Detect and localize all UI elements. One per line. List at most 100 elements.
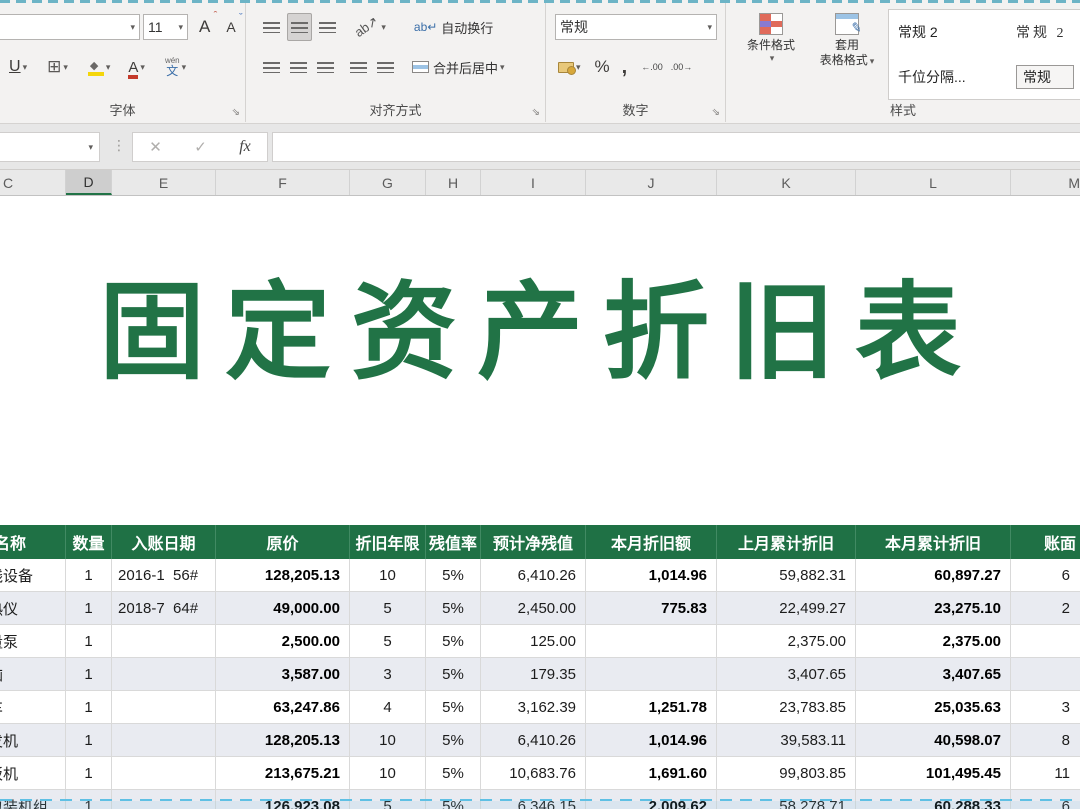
underline-button[interactable]: U▾ bbox=[6, 53, 30, 81]
table-cell-r7-c5[interactable]: 10 bbox=[350, 757, 426, 790]
comma-style-button[interactable]: , bbox=[619, 53, 631, 81]
table-header-cell[interactable]: 折旧年限 bbox=[350, 525, 426, 559]
table-cell-r4-c9[interactable]: 3,407.65 bbox=[717, 658, 856, 691]
column-header-E[interactable]: E bbox=[112, 170, 216, 195]
table-cell-r4-c10[interactable]: 3,407.65 bbox=[856, 658, 1011, 691]
cell-style-item[interactable]: 千位分隔... bbox=[889, 55, 1007, 100]
table-cell-r6-c2[interactable]: 1 bbox=[66, 724, 112, 757]
name-box[interactable]: ▾ bbox=[0, 132, 100, 162]
align-middle-button[interactable] bbox=[287, 13, 312, 41]
formula-bar-handle-icon[interactable]: ⋮ bbox=[112, 137, 126, 154]
table-cell-r3-c3[interactable] bbox=[112, 625, 216, 658]
decrease-font-size-button[interactable]: Aˇ bbox=[223, 13, 238, 41]
table-cell-r2-c8[interactable]: 775.83 bbox=[586, 592, 717, 625]
table-cell-r1-c2[interactable]: 1 bbox=[66, 559, 112, 592]
sheet-title-cell[interactable]: 固定资产折旧表 bbox=[0, 275, 1080, 392]
table-cell-r4-c11[interactable] bbox=[1011, 658, 1080, 691]
cell-style-item[interactable]: 常规 2 bbox=[1007, 10, 1080, 55]
conditional-formatting-button[interactable]: 条件格式 ▾ bbox=[736, 13, 806, 64]
table-cell-r5-c9[interactable]: 23,783.85 bbox=[717, 691, 856, 724]
format-as-table-button[interactable]: ✎ 套用 表格格式▾ bbox=[812, 13, 882, 68]
table-header-cell[interactable]: 预计净残值 bbox=[481, 525, 586, 559]
fill-color-button[interactable]: ◆▾ bbox=[85, 53, 114, 81]
table-cell-r1-c8[interactable]: 1,014.96 bbox=[586, 559, 717, 592]
table-header-cell[interactable]: 原价 bbox=[216, 525, 350, 559]
orientation-button[interactable]: ab↗▾ bbox=[351, 13, 389, 41]
table-cell-r6-c3[interactable] bbox=[112, 724, 216, 757]
percent-style-button[interactable]: % bbox=[592, 53, 613, 81]
table-cell-r5-c7[interactable]: 3,162.39 bbox=[481, 691, 586, 724]
table-cell-r4-c2[interactable]: 1 bbox=[66, 658, 112, 691]
table-cell-r7-c4[interactable]: 213,675.21 bbox=[216, 757, 350, 790]
table-cell-r1-c7[interactable]: 6,410.26 bbox=[481, 559, 586, 592]
merge-center-button[interactable]: 合并后居中▾ bbox=[409, 53, 508, 81]
table-cell-r5-c11[interactable]: 3 bbox=[1011, 691, 1080, 724]
table-header-cell[interactable]: 本月折旧额 bbox=[586, 525, 717, 559]
font-size-combobox[interactable]: 11▾ bbox=[143, 14, 188, 40]
table-cell-r4-c4[interactable]: 3,587.00 bbox=[216, 658, 350, 691]
table-cell-r7-c7[interactable]: 10,683.76 bbox=[481, 757, 586, 790]
font-name-combobox[interactable]: ▾ bbox=[0, 14, 140, 40]
table-cell-r1-c6[interactable]: 5% bbox=[426, 559, 481, 592]
column-header-F[interactable]: F bbox=[216, 170, 350, 195]
table-cell-r1-c4[interactable]: 128,205.13 bbox=[216, 559, 350, 592]
table-cell-r2-c11[interactable]: 2 bbox=[1011, 592, 1080, 625]
table-cell-r7-c8[interactable]: 1,691.60 bbox=[586, 757, 717, 790]
table-cell-r5-c1[interactable]: 车 bbox=[0, 691, 66, 724]
table-cell-r4-c3[interactable] bbox=[112, 658, 216, 691]
align-center-button[interactable] bbox=[287, 53, 310, 81]
cell-style-item[interactable]: 常规 bbox=[1007, 55, 1080, 100]
column-header-I[interactable]: I bbox=[481, 170, 586, 195]
column-header-D[interactable]: D bbox=[66, 170, 112, 195]
table-cell-r6-c6[interactable]: 5% bbox=[426, 724, 481, 757]
table-cell-r7-c6[interactable]: 5% bbox=[426, 757, 481, 790]
increase-indent-button[interactable] bbox=[374, 53, 397, 81]
table-cell-r1-c9[interactable]: 59,882.31 bbox=[717, 559, 856, 592]
table-header-cell[interactable]: 账面 bbox=[1011, 525, 1080, 559]
table-cell-r1-c3[interactable]: 2016-1 56# bbox=[112, 559, 216, 592]
table-cell-r6-c8[interactable]: 1,014.96 bbox=[586, 724, 717, 757]
number-dialog-launcher-icon[interactable]: ⇘ bbox=[712, 107, 720, 118]
table-cell-r3-c7[interactable]: 125.00 bbox=[481, 625, 586, 658]
phonetic-guide-button[interactable]: wén 文 ▾ bbox=[162, 53, 189, 81]
table-cell-r3-c10[interactable]: 2,375.00 bbox=[856, 625, 1011, 658]
table-cell-r6-c7[interactable]: 6,410.26 bbox=[481, 724, 586, 757]
table-cell-r4-c8[interactable] bbox=[586, 658, 717, 691]
table-header-cell[interactable]: 上月累计折旧 bbox=[717, 525, 856, 559]
table-cell-r5-c5[interactable]: 4 bbox=[350, 691, 426, 724]
table-cell-r1-c10[interactable]: 60,897.27 bbox=[856, 559, 1011, 592]
table-cell-r4-c7[interactable]: 179.35 bbox=[481, 658, 586, 691]
table-cell-r1-c1[interactable]: 线设备 bbox=[0, 559, 66, 592]
column-header-C[interactable]: C bbox=[0, 170, 66, 195]
accounting-format-button[interactable]: ▾ bbox=[555, 53, 584, 81]
table-header-cell[interactable]: 入账日期 bbox=[112, 525, 216, 559]
table-cell-r5-c8[interactable]: 1,251.78 bbox=[586, 691, 717, 724]
table-cell-r3-c11[interactable] bbox=[1011, 625, 1080, 658]
table-cell-r6-c4[interactable]: 128,205.13 bbox=[216, 724, 350, 757]
table-cell-r4-c6[interactable]: 5% bbox=[426, 658, 481, 691]
decrease-indent-button[interactable] bbox=[347, 53, 370, 81]
table-cell-r3-c4[interactable]: 2,500.00 bbox=[216, 625, 350, 658]
table-cell-r3-c9[interactable]: 2,375.00 bbox=[717, 625, 856, 658]
column-header-H[interactable]: H bbox=[426, 170, 481, 195]
alignment-dialog-launcher-icon[interactable]: ⇘ bbox=[532, 107, 540, 118]
table-cell-r5-c10[interactable]: 25,035.63 bbox=[856, 691, 1011, 724]
table-cell-r2-c6[interactable]: 5% bbox=[426, 592, 481, 625]
column-header-J[interactable]: J bbox=[586, 170, 717, 195]
table-header-cell[interactable]: 本月累计折旧 bbox=[856, 525, 1011, 559]
table-cell-r5-c6[interactable]: 5% bbox=[426, 691, 481, 724]
table-header-cell[interactable]: 数量 bbox=[66, 525, 112, 559]
table-cell-r7-c10[interactable]: 101,495.45 bbox=[856, 757, 1011, 790]
table-cell-r3-c6[interactable]: 5% bbox=[426, 625, 481, 658]
table-cell-r2-c2[interactable]: 1 bbox=[66, 592, 112, 625]
table-cell-r6-c1[interactable]: 发机 bbox=[0, 724, 66, 757]
table-cell-r2-c4[interactable]: 49,000.00 bbox=[216, 592, 350, 625]
table-header-cell[interactable]: 名称 bbox=[0, 525, 66, 559]
borders-button[interactable]: ⊞▾ bbox=[44, 53, 71, 81]
increase-decimal-button[interactable]: ←.00 bbox=[638, 53, 666, 81]
table-cell-r2-c3[interactable]: 2018-7 64# bbox=[112, 592, 216, 625]
table-cell-r4-c1[interactable]: 脑 bbox=[0, 658, 66, 691]
cell-style-item[interactable]: 常规 2 bbox=[889, 10, 1007, 55]
table-cell-r7-c3[interactable] bbox=[112, 757, 216, 790]
table-cell-r7-c1[interactable]: 板机 bbox=[0, 757, 66, 790]
